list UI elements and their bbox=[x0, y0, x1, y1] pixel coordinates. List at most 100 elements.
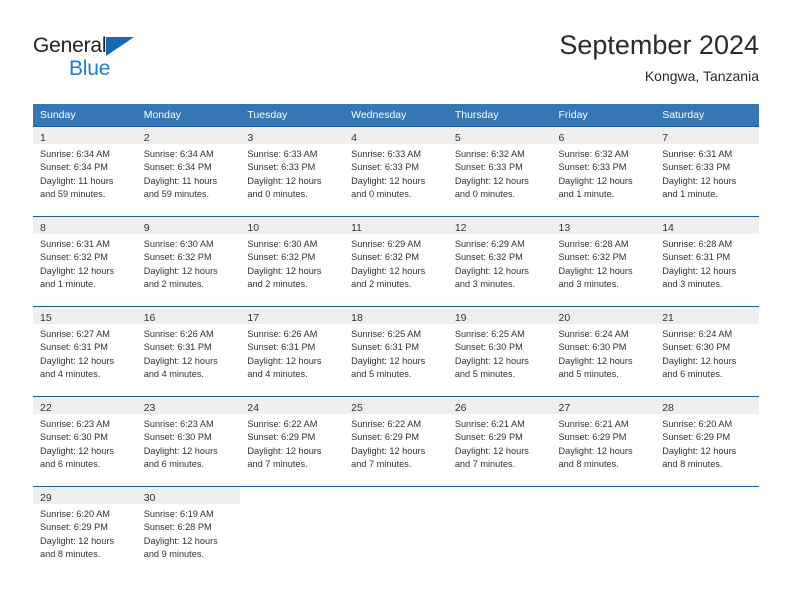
calendar-day-cell bbox=[655, 486, 759, 576]
day-number-band: 21 bbox=[655, 307, 759, 324]
day-number: 20 bbox=[558, 312, 571, 324]
sunset-time: Sunset: 6:32 PM bbox=[40, 252, 108, 263]
sunrise-time: Sunrise: 6:33 AM bbox=[247, 149, 318, 159]
day-number: 21 bbox=[662, 312, 674, 324]
day-cell-28[interactable]: 28 Sunrise: 6:20 AM Sunset: 6:29 PM Dayligh… bbox=[655, 396, 759, 486]
day-cell-12[interactable]: 12 Sunrise: 6:29 AM Sunset: 6:32 PM Dayligh… bbox=[447, 216, 552, 306]
daylight-duration-line1: Daylight: 12 hours bbox=[662, 265, 737, 276]
sunrise-time: Sunrise: 6:30 AM bbox=[143, 239, 214, 249]
sunrise-time: Sunrise: 6:24 AM bbox=[662, 329, 733, 339]
sunrise-time: Sunrise: 6:32 AM bbox=[454, 149, 525, 159]
weekday-header-monday: Monday bbox=[136, 104, 241, 126]
day-cell-5[interactable]: 5 Sunrise: 6:32 AM Sunset: 6:33 PM Daylight… bbox=[447, 126, 552, 216]
calendar-day-cell: 2 Sunrise: 6:34 AM Sunset: 6:34 PM Daylight… bbox=[136, 126, 241, 216]
day-sun-info: Sunrise: 6:25 AM Sunset: 6:31 PM Daylight:… bbox=[344, 324, 448, 382]
calendar-day-cell: 20 Sunrise: 6:24 AM Sunset: 6:30 PM Dayligh… bbox=[551, 306, 656, 396]
day-sun-info: Sunrise: 6:30 AM Sunset: 6:32 PM Daylight:… bbox=[137, 234, 241, 292]
daylight-duration-line1: Daylight: 12 hours bbox=[558, 265, 633, 276]
day-cell-4[interactable]: 4 Sunrise: 6:33 AM Sunset: 6:33 PM Daylight… bbox=[344, 126, 448, 216]
day-sun-info: Sunrise: 6:21 AM Sunset: 6:29 PM Daylight:… bbox=[552, 414, 656, 472]
day-cell-6[interactable]: 6 Sunrise: 6:32 AM Sunset: 6:33 PM Daylight… bbox=[551, 126, 656, 216]
sunset-time: Sunset: 6:30 PM bbox=[454, 342, 523, 353]
day-number-band: 10 bbox=[240, 217, 345, 234]
day-cell-19[interactable]: 19 Sunrise: 6:25 AM Sunset: 6:30 PM Dayligh… bbox=[447, 306, 552, 396]
daylight-duration-line1: Daylight: 12 hours bbox=[40, 355, 115, 366]
day-number-band: 6 bbox=[551, 127, 656, 144]
sunset-time: Sunset: 6:33 PM bbox=[454, 162, 523, 173]
day-sun-info: Sunrise: 6:28 AM Sunset: 6:32 PM Daylight:… bbox=[552, 234, 656, 292]
day-cell-9[interactable]: 9 Sunrise: 6:30 AM Sunset: 6:32 PM Daylight… bbox=[136, 216, 241, 306]
calendar-week-row: 22 Sunrise: 6:23 AM Sunset: 6:30 PM Dayligh… bbox=[33, 396, 759, 486]
daylight-duration-line2: and 6 minutes. bbox=[662, 369, 723, 380]
sunrise-time: Sunrise: 6:19 AM bbox=[143, 509, 214, 519]
day-number: 8 bbox=[40, 222, 46, 234]
day-cell-2[interactable]: 2 Sunrise: 6:34 AM Sunset: 6:34 PM Daylight… bbox=[136, 126, 241, 216]
day-sun-info: Sunrise: 6:20 AM Sunset: 6:29 PM Daylight:… bbox=[655, 414, 759, 472]
sunset-time: Sunset: 6:31 PM bbox=[143, 342, 212, 353]
day-cell-14[interactable]: 14 Sunrise: 6:28 AM Sunset: 6:31 PM Dayligh… bbox=[655, 216, 759, 306]
calendar-day-cell: 14 Sunrise: 6:28 AM Sunset: 6:31 PM Dayligh… bbox=[655, 216, 759, 306]
logo-general-label: General bbox=[33, 34, 107, 57]
daylight-duration-line1: Daylight: 11 hours bbox=[143, 175, 218, 186]
calendar-day-cell: 11 Sunrise: 6:29 AM Sunset: 6:32 PM Dayligh… bbox=[344, 216, 448, 306]
sunset-time: Sunset: 6:32 PM bbox=[558, 252, 627, 263]
day-cell-10[interactable]: 10 Sunrise: 6:30 AM Sunset: 6:32 PM Dayligh… bbox=[240, 216, 345, 306]
day-number: 7 bbox=[662, 132, 669, 144]
day-cell-16[interactable]: 16 Sunrise: 6:26 AM Sunset: 6:31 PM Dayligh… bbox=[136, 306, 241, 396]
day-cell-3[interactable]: 3 Sunrise: 6:33 AM Sunset: 6:33 PM Daylight… bbox=[240, 126, 345, 216]
day-number-band: 29 bbox=[33, 487, 137, 504]
day-cell-23[interactable]: 23 Sunrise: 6:23 AM Sunset: 6:30 PM Dayligh… bbox=[136, 396, 241, 486]
day-cell-27[interactable]: 27 Sunrise: 6:21 AM Sunset: 6:29 PM Dayligh… bbox=[551, 396, 656, 486]
generalblue-logo[interactable]: General Blue bbox=[33, 35, 213, 87]
calendar-day-cell: 17 Sunrise: 6:26 AM Sunset: 6:31 PM Dayligh… bbox=[240, 306, 345, 396]
day-cell-18[interactable]: 18 Sunrise: 6:25 AM Sunset: 6:31 PM Dayligh… bbox=[344, 306, 448, 396]
day-cell-1[interactable]: 1 Sunrise: 6:34 AM Sunset: 6:34 PM Daylight… bbox=[33, 126, 137, 216]
calendar-day-cell: 27 Sunrise: 6:21 AM Sunset: 6:29 PM Dayligh… bbox=[551, 396, 656, 486]
day-sun-info: Sunrise: 6:28 AM Sunset: 6:31 PM Daylight:… bbox=[655, 234, 759, 292]
day-cell-21[interactable]: 21 Sunrise: 6:24 AM Sunset: 6:30 PM Dayligh… bbox=[655, 306, 759, 396]
daylight-duration-line2: and 0 minutes. bbox=[247, 189, 308, 200]
day-cell-empty bbox=[551, 486, 656, 576]
day-cell-25[interactable]: 25 Sunrise: 6:22 AM Sunset: 6:29 PM Dayligh… bbox=[344, 396, 448, 486]
calendar-day-cell: 7 Sunrise: 6:31 AM Sunset: 6:33 PM Daylight… bbox=[655, 126, 759, 216]
calendar-day-cell: 13 Sunrise: 6:28 AM Sunset: 6:32 PM Dayligh… bbox=[551, 216, 656, 306]
daylight-duration-line2: and 0 minutes. bbox=[351, 189, 412, 200]
daylight-duration-line2: and 3 minutes. bbox=[662, 279, 723, 290]
calendar-day-cell: 21 Sunrise: 6:24 AM Sunset: 6:30 PM Dayligh… bbox=[655, 306, 759, 396]
day-cell-29[interactable]: 29 Sunrise: 6:20 AM Sunset: 6:29 PM Dayligh… bbox=[33, 486, 137, 576]
sunrise-time: Sunrise: 6:20 AM bbox=[662, 419, 733, 429]
sunset-time: Sunset: 6:30 PM bbox=[143, 432, 212, 443]
logo-text-blue: Blue bbox=[69, 57, 111, 80]
sunset-time: Sunset: 6:30 PM bbox=[40, 432, 108, 443]
day-number: 6 bbox=[558, 132, 565, 144]
calendar-grid: Sunday Monday Tuesday Wednesday Thursday… bbox=[33, 104, 759, 576]
day-cell-7[interactable]: 7 Sunrise: 6:31 AM Sunset: 6:33 PM Daylight… bbox=[655, 126, 759, 216]
calendar-day-cell: 22 Sunrise: 6:23 AM Sunset: 6:30 PM Dayligh… bbox=[33, 396, 137, 486]
day-cell-30[interactable]: 30 Sunrise: 6:19 AM Sunset: 6:28 PM Dayligh… bbox=[136, 486, 241, 576]
daylight-duration-line1: Daylight: 12 hours bbox=[247, 355, 322, 366]
daylight-duration-line2: and 59 minutes. bbox=[40, 189, 106, 200]
day-cell-26[interactable]: 26 Sunrise: 6:21 AM Sunset: 6:29 PM Dayligh… bbox=[447, 396, 552, 486]
day-cell-17[interactable]: 17 Sunrise: 6:26 AM Sunset: 6:31 PM Dayligh… bbox=[240, 306, 345, 396]
day-cell-8[interactable]: 8 Sunrise: 6:31 AM Sunset: 6:32 PM Daylight… bbox=[33, 216, 137, 306]
sunset-time: Sunset: 6:34 PM bbox=[40, 162, 108, 173]
day-cell-15[interactable]: 15 Sunrise: 6:27 AM Sunset: 6:31 PM Dayligh… bbox=[33, 306, 137, 396]
day-number-band: 20 bbox=[551, 307, 656, 324]
sunset-time: Sunset: 6:29 PM bbox=[247, 432, 316, 443]
day-number-band: 22 bbox=[33, 397, 137, 414]
day-cell-13[interactable]: 13 Sunrise: 6:28 AM Sunset: 6:32 PM Dayligh… bbox=[551, 216, 656, 306]
sunrise-time: Sunrise: 6:31 AM bbox=[662, 149, 733, 159]
day-sun-info: Sunrise: 6:31 AM Sunset: 6:33 PM Daylight:… bbox=[655, 144, 759, 202]
calendar-day-cell: 15 Sunrise: 6:27 AM Sunset: 6:31 PM Dayligh… bbox=[33, 306, 137, 396]
daylight-duration-line2: and 4 minutes. bbox=[143, 369, 204, 380]
daylight-duration-line1: Daylight: 12 hours bbox=[351, 175, 426, 186]
day-cell-22[interactable]: 22 Sunrise: 6:23 AM Sunset: 6:30 PM Dayligh… bbox=[33, 396, 137, 486]
day-cell-11[interactable]: 11 Sunrise: 6:29 AM Sunset: 6:32 PM Dayligh… bbox=[344, 216, 448, 306]
day-sun-info: Sunrise: 6:25 AM Sunset: 6:30 PM Daylight:… bbox=[448, 324, 552, 382]
logo-triangle-icon bbox=[106, 37, 134, 56]
daylight-duration-line1: Daylight: 12 hours bbox=[40, 265, 115, 276]
day-cell-24[interactable]: 24 Sunrise: 6:22 AM Sunset: 6:29 PM Dayligh… bbox=[240, 396, 345, 486]
day-cell-20[interactable]: 20 Sunrise: 6:24 AM Sunset: 6:30 PM Dayligh… bbox=[551, 306, 656, 396]
daylight-duration-line1: Daylight: 12 hours bbox=[662, 445, 737, 456]
daylight-duration-line1: Daylight: 12 hours bbox=[454, 445, 529, 456]
